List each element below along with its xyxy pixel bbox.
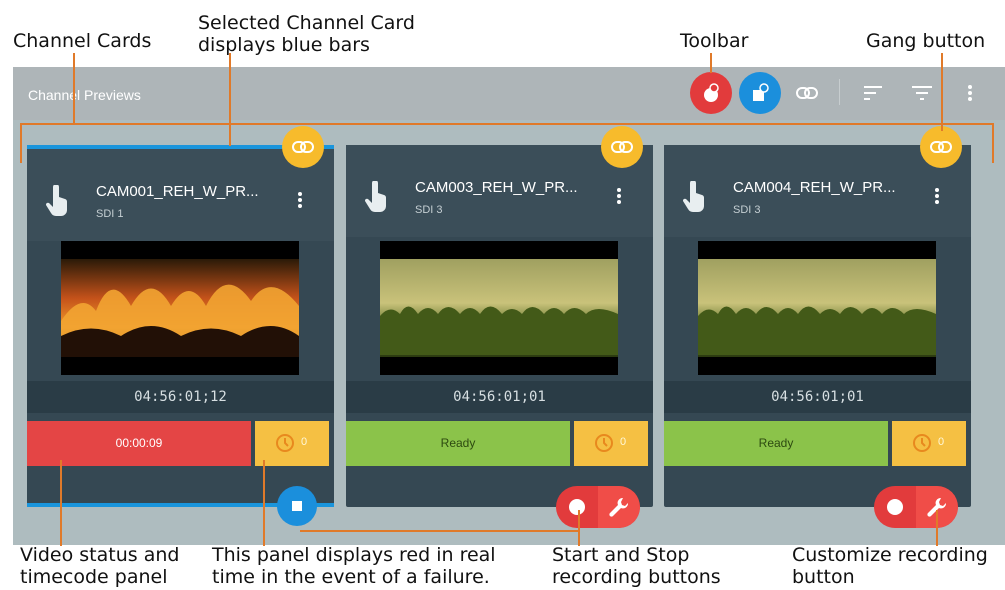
channel-card-1[interactable]: CAM001_REH_W_PR... SDI 1 04:56:01;12 00:… [27,145,334,507]
app-bar: Channel Previews [13,67,1005,120]
channel-card-2[interactable]: CAM003_REH_W_PR... SDI 3 04:56:01;01 Rea… [346,145,653,507]
callout-gang-button: Gang button [866,30,986,52]
callout-failure-panel: This panel displays red in real time in … [212,544,496,588]
leader-line [710,53,712,73]
clock-icon [913,434,931,452]
sort-icon [864,86,882,100]
gang-all-button[interactable] [794,83,820,103]
video-status-panel: Ready [664,421,888,466]
alert-count: 0 [620,436,627,448]
callout-start-stop: Start and Stop recording buttons [552,544,721,588]
video-status-panel: Ready [346,421,570,466]
channel-source: SDI 3 [733,204,761,216]
wrench-icon [609,497,629,517]
more-vert-icon [968,85,972,101]
card-menu-icon[interactable] [934,187,940,205]
touch-icon [682,181,705,212]
channel-card-3[interactable]: CAM004_REH_W_PR... SDI 3 04:56:01;01 Rea… [664,145,971,507]
timecode: 04:56:01;01 [346,381,653,413]
alert-count: 0 [938,436,945,448]
stop-icon [292,501,302,511]
callout-toolbar: Toolbar [680,30,749,52]
timecode: 04:56:01;01 [664,381,971,413]
alert-count: 0 [301,436,308,448]
record-icon[interactable] [886,498,904,516]
leader-line [992,123,994,163]
leader-line [20,123,994,125]
channel-name: CAM001_REH_W_PR... [96,183,259,200]
callout-video-status: Video status and timecode panel [20,544,180,588]
more-menu-button[interactable] [963,81,977,105]
clock-icon [276,434,294,452]
link-record-icon [704,83,719,102]
leader-line [73,53,75,125]
timecode: 04:56:01;12 [27,381,334,413]
channel-name: CAM004_REH_W_PR... [733,179,896,196]
link-icon [611,141,633,153]
record-control-pill-3 [874,486,958,528]
card-header: CAM001_REH_W_PR... SDI 1 [27,149,334,241]
alert-panel[interactable]: 0 [574,421,648,466]
gang-button-1[interactable] [282,126,324,168]
stop-all-button[interactable] [739,72,781,114]
leader-line [300,530,578,532]
callout-selected-card: Selected Channel Card displays blue bars [198,12,415,56]
alert-panel[interactable]: 0 [255,421,329,466]
channel-source: SDI 1 [96,208,124,220]
leader-line [263,460,265,546]
record-control-pill-2 [556,486,640,528]
filter-icon [912,86,932,100]
touch-icon [364,181,387,212]
link-stop-icon [753,83,769,101]
leader-line [20,123,22,163]
leader-line [578,510,580,546]
link-icon [796,87,818,99]
channel-name: CAM003_REH_W_PR... [415,179,578,196]
channel-source: SDI 3 [415,204,443,216]
video-preview [698,241,936,375]
leader-line [60,460,62,546]
toolbar-divider [839,79,840,105]
video-preview [61,241,299,375]
link-icon [292,141,314,153]
touch-icon [45,185,68,216]
leader-line [229,53,231,146]
gang-button-2[interactable] [601,126,643,168]
card-menu-icon[interactable] [616,187,622,205]
leader-line [941,53,943,131]
video-preview [380,241,618,375]
callout-channel-cards: Channel Cards [13,30,152,52]
callout-customize: Customize recording button [792,544,988,588]
link-icon [930,141,952,153]
page-title: Channel Previews [28,87,141,103]
gang-button-3[interactable] [920,126,962,168]
leader-line [936,510,938,546]
card-menu-icon[interactable] [297,191,303,209]
filter-button[interactable] [911,83,933,103]
record-icon[interactable] [568,498,586,516]
clock-icon [595,434,613,452]
sort-button[interactable] [863,83,885,103]
alert-panel[interactable]: 0 [892,421,966,466]
record-all-button[interactable] [690,72,732,114]
stop-recording-button[interactable] [277,486,317,526]
